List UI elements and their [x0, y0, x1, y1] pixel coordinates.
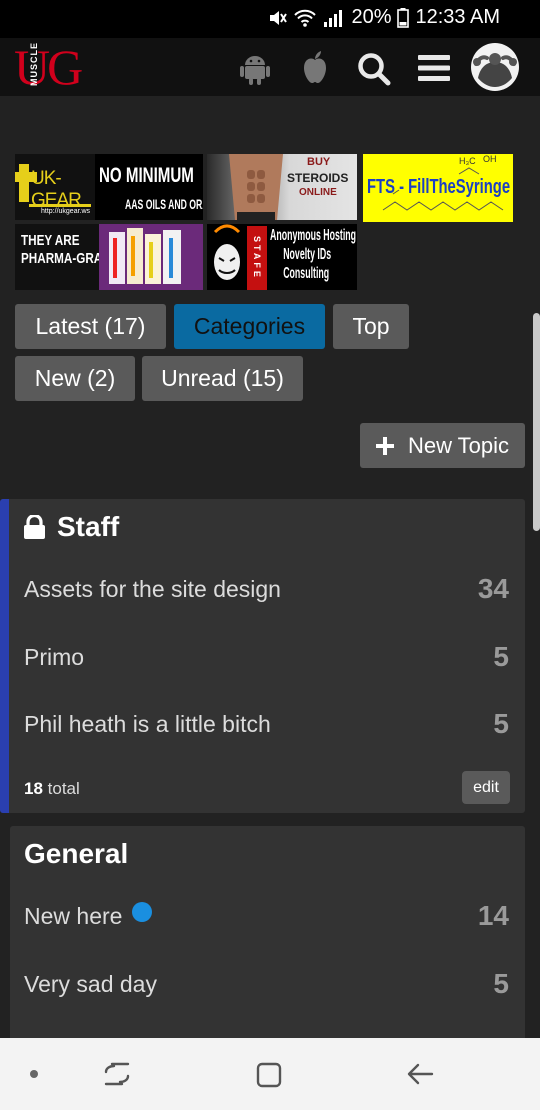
tab-top[interactable]: Top: [333, 304, 409, 349]
topic-row[interactable]: New here 14: [24, 896, 509, 936]
site-logo[interactable]: UG MUSCLE: [14, 40, 83, 94]
status-bar: 20% 12:33 AM: [0, 0, 540, 38]
back-icon[interactable]: [406, 1060, 434, 1088]
status-icons: 20% 12:33 AM: [267, 6, 500, 29]
ukgear-banner[interactable]: UK-GEAR http://ukgear.ws: [15, 154, 95, 220]
user-avatar[interactable]: [470, 42, 520, 92]
topic-reply-count: 34: [477, 573, 509, 604]
topic-title[interactable]: Assets for the site design: [24, 576, 281, 603]
pharma-banner[interactable]: THEY ARE PHARMA-GRADE: [15, 224, 203, 290]
topic-reply-count: 5: [493, 968, 509, 999]
home-icon[interactable]: [256, 1062, 282, 1088]
pharma-line1: THEY ARE: [21, 232, 80, 249]
hamburger-menu-icon[interactable]: [418, 53, 450, 83]
topic-row[interactable]: Very sad day 5: [24, 964, 509, 1004]
system-nav-bar: [0, 1038, 540, 1110]
edit-category-button[interactable]: edit: [462, 771, 510, 804]
new-topic-button[interactable]: New Topic: [360, 423, 525, 468]
logo-word: MUSCLE: [29, 42, 39, 86]
hosting-line2: Novelty IDs: [283, 246, 332, 263]
topic-reply-count: 14: [477, 900, 509, 931]
category-total-label: total: [47, 779, 80, 798]
topic-title[interactable]: Primo: [24, 644, 84, 671]
product-boxes-image: [99, 224, 203, 290]
logo-letters: UG: [14, 39, 83, 95]
hosting-banner[interactable]: STAFE Anonymous Hosting Novelty IDs Cons…: [207, 224, 357, 290]
ukgear-url: http://ukgear.ws: [41, 208, 91, 215]
app-header: UG MUSCLE: [0, 38, 540, 96]
steroids-line1: BUY: [307, 156, 331, 168]
topic-title-wrap[interactable]: New here: [24, 902, 153, 930]
fts-oh: OH: [483, 154, 497, 164]
sponsor-banners: UK-GEAR http://ukgear.ws NO MINIMUM AAS …: [15, 154, 515, 290]
unread-dot-icon: [132, 902, 153, 922]
battery-icon: [397, 7, 410, 28]
plus-icon: [375, 436, 394, 455]
nominimum-line2: AAS OILS AND ORALS: [125, 196, 203, 212]
clock: 12:33 AM: [415, 6, 500, 28]
fts-title: FTS - FillTheSyringe: [367, 176, 511, 198]
topic-row[interactable]: Phil heath is a little bitch 5: [24, 704, 509, 744]
topic-reply-count: 5: [493, 641, 509, 672]
lock-icon: [24, 515, 45, 539]
apple-icon[interactable]: [300, 50, 330, 84]
hosting-text: Anonymous Hosting Novelty IDs Consulting: [270, 226, 356, 283]
wifi-icon: [294, 9, 317, 27]
mask-image: [213, 224, 241, 280]
topic-title[interactable]: New here: [24, 903, 122, 930]
recent-apps-icon[interactable]: [104, 1060, 130, 1088]
ukgear-brand: UK-GEAR: [31, 168, 82, 211]
category-card-staff: Staff Assets for the site design 34 Prim…: [0, 499, 525, 813]
topic-row[interactable]: Assets for the site design 34: [24, 569, 509, 609]
topic-title[interactable]: Very sad day: [24, 971, 157, 998]
signal-icon: [324, 9, 343, 27]
search-icon[interactable]: [357, 52, 391, 86]
fts-h3c: H₃C: [459, 156, 476, 166]
hosting-line3: Consulting: [283, 265, 330, 282]
steroids-line2: STEROIDS: [287, 171, 349, 185]
hosting-stafe: STAFE: [247, 226, 267, 290]
topic-title[interactable]: Phil heath is a little bitch: [24, 711, 271, 738]
steroids-line3: ONLINE: [299, 187, 337, 198]
android-icon[interactable]: [240, 51, 270, 85]
nominimum-banner[interactable]: NO MINIMUM AAS OILS AND ORALS: [95, 154, 203, 220]
category-total-count: 18: [24, 779, 43, 798]
category-title-general[interactable]: General: [24, 838, 128, 870]
topic-row[interactable]: Primo 5: [24, 637, 509, 677]
topic-reply-count: 5: [493, 708, 509, 739]
category-name: Staff: [57, 511, 120, 542]
scrollbar[interactable]: [533, 313, 540, 531]
tab-latest[interactable]: Latest (17): [15, 304, 166, 349]
fts-banner[interactable]: H₃C OH FTS - FillTheSyringe: [363, 154, 513, 222]
hosting-line1: Anonymous Hosting: [270, 227, 357, 244]
battery-percent: 20%: [351, 6, 392, 28]
category-name: General: [24, 838, 129, 869]
steroids-banner[interactable]: BUY STEROIDS ONLINE: [207, 154, 357, 220]
dot-icon[interactable]: [29, 1069, 39, 1079]
category-card-general: General New here 14 Very sad day 5: [10, 826, 525, 1046]
tab-unread[interactable]: Unread (15): [142, 356, 303, 401]
category-title-staff[interactable]: Staff: [24, 511, 119, 543]
category-total: 18 total: [24, 779, 80, 799]
tab-new[interactable]: New (2): [15, 356, 135, 401]
mute-icon: [270, 10, 288, 25]
nominimum-line1: NO MINIMUM: [99, 164, 194, 187]
category-color-bar: [0, 499, 9, 813]
new-topic-label: New Topic: [407, 432, 510, 458]
torso-image: [229, 154, 283, 220]
tab-categories[interactable]: Categories: [174, 304, 325, 349]
